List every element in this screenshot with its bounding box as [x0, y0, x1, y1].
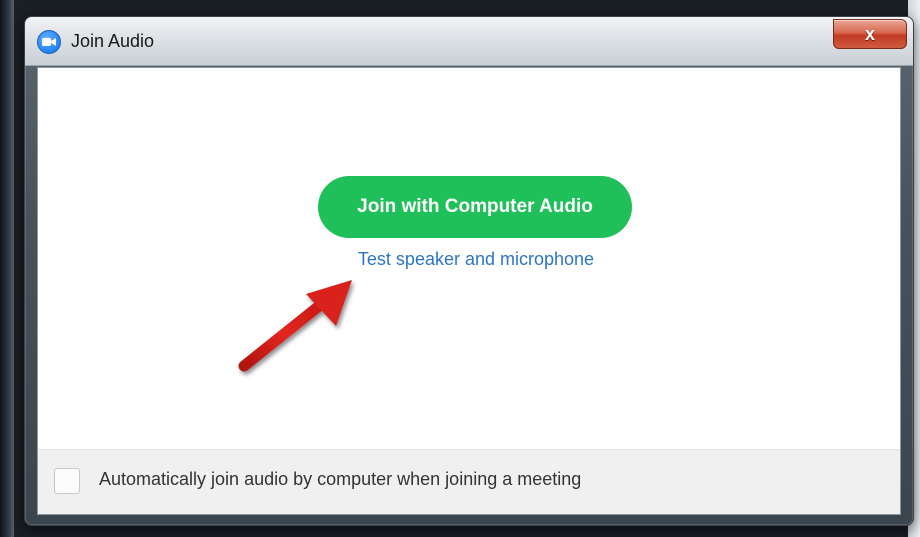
close-icon: x [864, 23, 875, 44]
background-window-edge [0, 0, 14, 537]
red-arrow-icon [238, 280, 352, 372]
test-speaker-microphone-link[interactable]: Test speaker and microphone [338, 249, 614, 270]
title-bar[interactable]: Join Audio x [25, 17, 913, 66]
join-computer-audio-button[interactable]: Join with Computer Audio [318, 176, 632, 238]
zoom-camera-icon [37, 30, 61, 54]
dialog-footer: Automatically join audio by computer whe… [38, 449, 900, 514]
dialog-content: Join with Computer Audio Test speaker an… [37, 67, 901, 515]
window-title: Join Audio [71, 31, 155, 51]
auto-join-audio-label[interactable]: Automatically join audio by computer whe… [99, 469, 581, 490]
close-button[interactable]: x [833, 19, 907, 49]
join-audio-dialog: Join Audio x Join with Computer Audio Te… [24, 16, 914, 526]
auto-join-audio-checkbox[interactable] [54, 468, 80, 494]
